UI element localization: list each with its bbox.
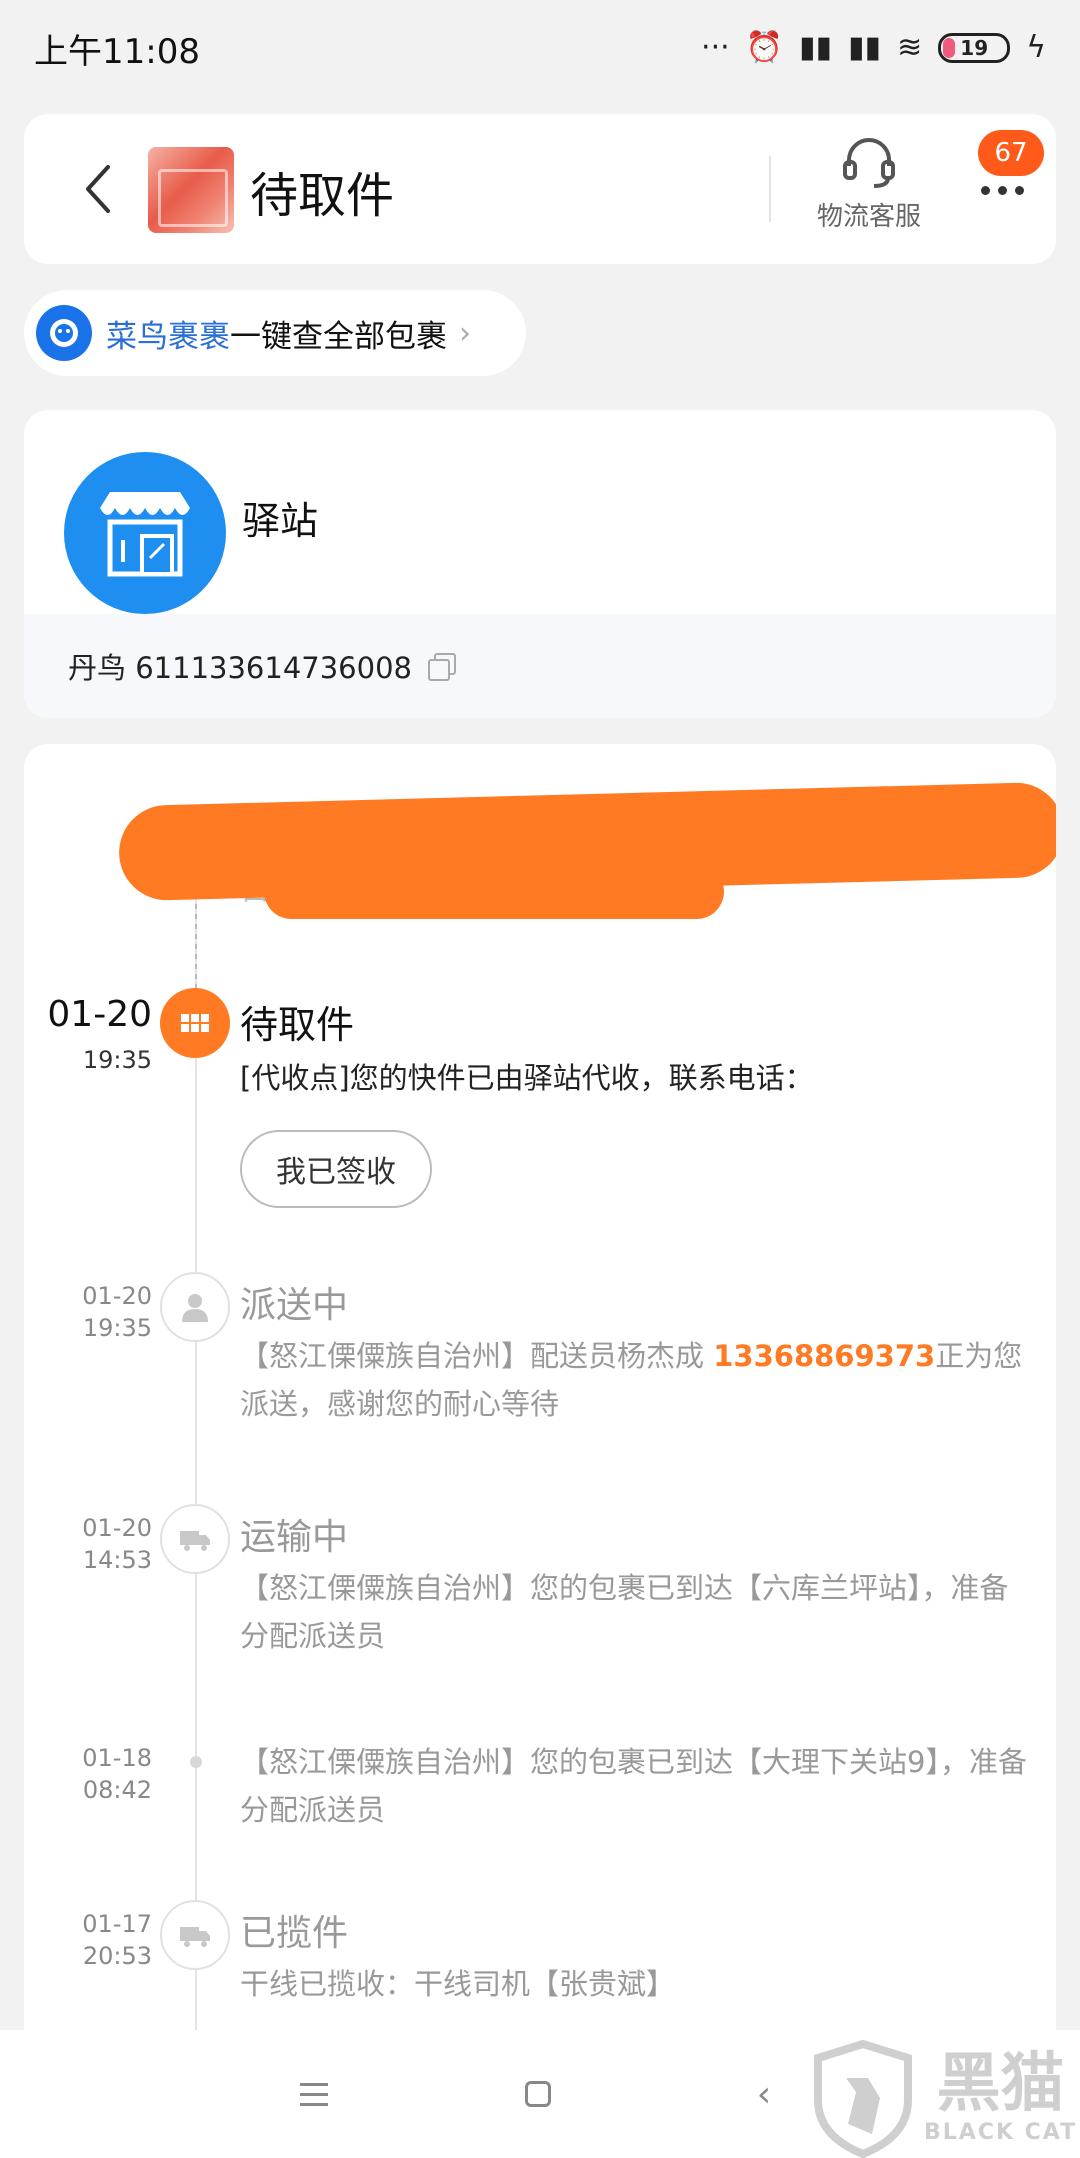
storefront-icon: [64, 452, 226, 614]
cainiao-banner[interactable]: 菜鸟裹裹一键查全部包裹 ›: [24, 290, 526, 376]
service-label: 物流客服: [816, 202, 921, 232]
home-button[interactable]: [522, 2070, 554, 2118]
header-divider: [769, 156, 771, 222]
entry-description-text: 【怒江傈僳族自治州】配送员杨杰成: [240, 1339, 714, 1373]
redaction-mark-2: [264, 864, 724, 919]
battery-level: 19: [960, 36, 989, 60]
truck-icon: [180, 1531, 210, 1551]
watermark-en: BLACK CAT: [924, 2119, 1078, 2145]
person-icon: [182, 1294, 208, 1322]
timeline-dot: [190, 1756, 202, 1768]
cainiao-brand: 菜鸟裹裹: [106, 318, 230, 355]
entry-time: 19:35: [82, 1314, 152, 1342]
blackcat-watermark: 黑猫 BLACK CAT: [808, 2038, 1080, 2158]
blackcat-shield-icon: [814, 2039, 912, 2158]
delivering-status-node: [160, 1272, 230, 1342]
tracking-row: 丹鸟 611133614736008: [24, 614, 1056, 718]
entry-title: 派送中: [240, 1285, 349, 1326]
entry-date: 01-20: [82, 1282, 152, 1310]
back-button[interactable]: [68, 154, 128, 224]
notification-badge: 67: [978, 130, 1044, 176]
more-icon: [980, 185, 990, 195]
station-card: 驿站 丹鸟 611133614736008: [24, 410, 1056, 718]
more-button[interactable]: [972, 170, 1032, 210]
transport-status-node: [160, 1504, 230, 1574]
battery-icon: 19: [938, 33, 1011, 63]
headset-icon: [843, 138, 895, 188]
entry-date: 01-20: [82, 1514, 152, 1542]
alarm-icon: ⏰: [745, 30, 783, 65]
status-icons: ··· ⏰ ▮▮ ▮▮ ≋ 19 ϟ: [701, 33, 1046, 63]
pending-status-node: [160, 988, 230, 1058]
chevron-right-icon: ›: [459, 315, 471, 351]
collected-status-node: [160, 1900, 230, 1970]
entry-date: 01-20: [47, 994, 152, 1035]
entry-description: [代收点]您的快件已由驿站代收，联系电话：: [240, 1061, 814, 1095]
entry-title: 运输中: [240, 1517, 349, 1558]
entry-title: 已揽件: [240, 1913, 349, 1954]
charging-icon: ϟ: [1026, 30, 1046, 65]
tracking-number: 丹鸟 611133614736008: [68, 651, 412, 685]
watermark-cn: 黑猫: [936, 2046, 1065, 2121]
cainiao-pill-text: 菜鸟裹裹一键查全部包裹: [106, 311, 447, 356]
more-notifications-icon: ···: [701, 30, 730, 65]
watermark-text: 黑猫 BLACK CAT: [924, 2052, 1077, 2145]
page-title: 待取件: [250, 168, 395, 224]
signal-2-icon: ▮▮: [848, 30, 882, 65]
wifi-icon: ≋: [897, 30, 923, 65]
entry-date: 01-17: [82, 1910, 152, 1938]
truck-icon: [180, 1927, 210, 1947]
courier-phone-link[interactable]: 13368869373: [713, 1339, 935, 1373]
copy-icon[interactable]: [427, 653, 456, 681]
entry-description: 【怒江傈僳族自治州】您的包裹已到达【六库兰坪站】，准备分配派送员: [240, 1571, 1009, 1653]
entry-title: 待取件: [240, 1003, 355, 1047]
entry-time: 20:53: [82, 1942, 152, 1970]
station-name: 驿站: [242, 499, 319, 543]
entry-time: 08:42: [82, 1776, 152, 1804]
signal-icon: ▮▮: [799, 30, 833, 65]
entry-time: 19:35: [82, 1046, 152, 1074]
entry-description: 干线已揽收：干线司机【张贵斌】: [240, 1967, 676, 2001]
confirm-signed-button[interactable]: 我已签收: [240, 1130, 432, 1208]
header-card: 待取件 物流客服: [24, 114, 1056, 264]
status-bar: 上午11:08 ··· ⏰ ▮▮ ▮▮ ≋ 19 ϟ: [0, 0, 1080, 96]
back-icon: [86, 165, 110, 213]
grid-box-icon: [181, 1014, 209, 1032]
recent-apps-button[interactable]: [296, 2070, 332, 2118]
home-icon: [525, 2081, 551, 2107]
logistics-service-button[interactable]: 物流客服: [804, 134, 934, 244]
entry-description: 【怒江傈僳族自治州】您的包裹已到达【大理下关站9】，准备分配派送员: [240, 1745, 1027, 1827]
system-back-button[interactable]: ‹: [752, 2070, 776, 2118]
entry-time: 14:53: [82, 1546, 152, 1574]
status-time: 上午11:08: [34, 31, 200, 72]
cainiao-logo-icon: [36, 305, 92, 361]
cainiao-cta: 一键查全部包裹: [230, 318, 447, 355]
timeline-card: 自治县 01-20 19:35 待取件 [代收点]您的快件已由驿站代收，联系电话…: [24, 744, 1056, 2074]
entry-description: 【怒江傈僳族自治州】配送员杨杰成 13368869373正为您派送，感谢您的耐心…: [240, 1332, 1030, 1428]
entry-date: 01-18: [82, 1744, 152, 1772]
product-thumbnail[interactable]: [148, 147, 234, 233]
